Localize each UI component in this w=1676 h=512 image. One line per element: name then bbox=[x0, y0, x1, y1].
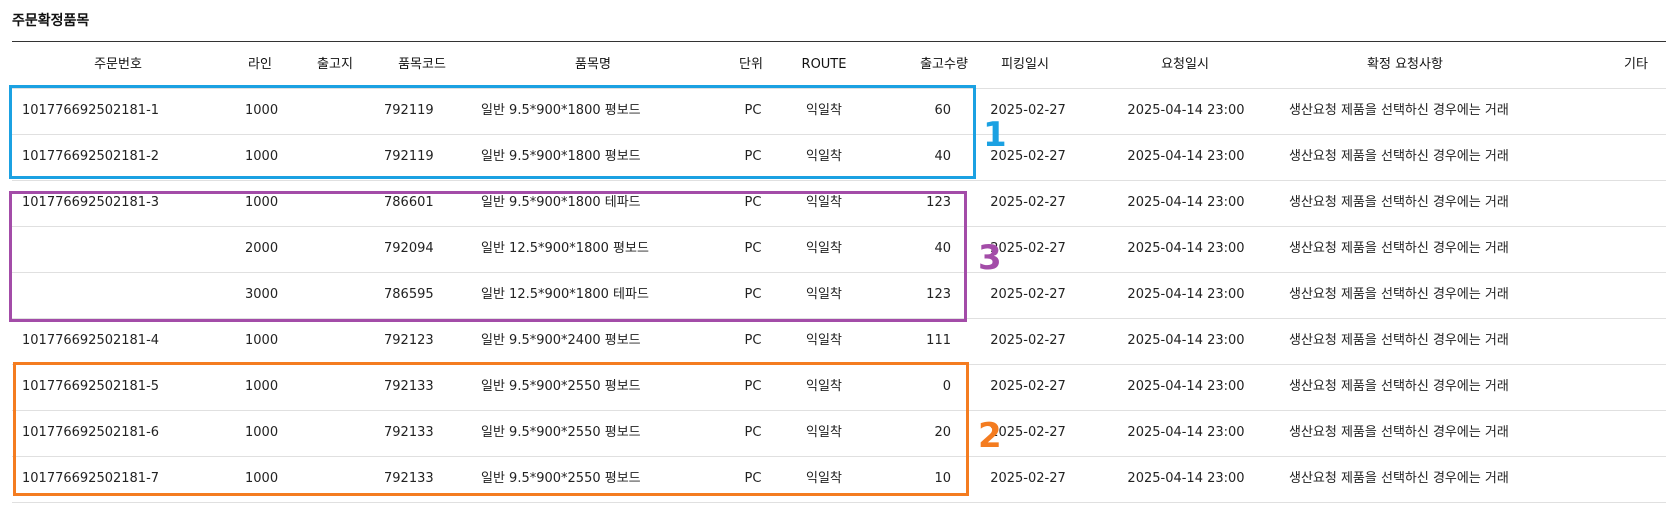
cell-route: 익일착 bbox=[806, 333, 842, 348]
cell-qty: 111 bbox=[926, 333, 951, 348]
col-header-request-date[interactable]: 요청일시 bbox=[1161, 57, 1209, 73]
cell-note: 생산요청 제품을 선택하신 경우에는 거래 bbox=[1289, 287, 1509, 302]
row-divider bbox=[12, 502, 1666, 503]
col-header-ship-qty[interactable]: 출고수량 bbox=[920, 57, 968, 73]
cell-picking: 2025-02-27 bbox=[990, 287, 1066, 302]
cell-note: 생산요청 제품을 선택하신 경우에는 거래 bbox=[1289, 241, 1509, 256]
cell-note: 생산요청 제품을 선택하신 경우에는 거래 bbox=[1289, 103, 1509, 118]
section-title: 주문확정품목 bbox=[12, 13, 90, 29]
col-header-order-number[interactable]: 주문번호 bbox=[94, 57, 142, 73]
cell-line: 1000 bbox=[245, 333, 279, 348]
cell-request: 2025-04-14 23:00 bbox=[1127, 149, 1245, 164]
table-top-border bbox=[12, 41, 1666, 42]
cell-name: 일반 9.5*900*2400 평보드 bbox=[481, 333, 641, 348]
cell-unit: PC bbox=[744, 333, 762, 348]
cell-picking: 2025-02-27 bbox=[990, 379, 1066, 394]
col-header-confirm-note[interactable]: 확정 요청사항 bbox=[1367, 57, 1443, 73]
cell-request: 2025-04-14 23:00 bbox=[1127, 241, 1245, 256]
col-header-warehouse[interactable]: 출고지 bbox=[317, 57, 353, 73]
row-divider bbox=[12, 180, 1666, 181]
cell-request: 2025-04-14 23:00 bbox=[1127, 425, 1245, 440]
cell-picking: 2025-02-27 bbox=[990, 471, 1066, 486]
col-header-picking-date[interactable]: 피킹일시 bbox=[1001, 57, 1049, 73]
cell-picking: 2025-02-27 bbox=[990, 333, 1066, 348]
cell-request: 2025-04-14 23:00 bbox=[1127, 379, 1245, 394]
cell-code: 792123 bbox=[384, 333, 434, 348]
cell-request: 2025-04-14 23:00 bbox=[1127, 287, 1245, 302]
col-header-item-code[interactable]: 품목코드 bbox=[398, 57, 446, 73]
cell-note: 생산요청 제품을 선택하신 경우에는 거래 bbox=[1289, 149, 1509, 164]
col-header-route[interactable]: ROUTE bbox=[802, 57, 847, 73]
cell-request: 2025-04-14 23:00 bbox=[1127, 333, 1245, 348]
cell-note: 생산요청 제품을 선택하신 경우에는 거래 bbox=[1289, 425, 1509, 440]
annotation-box bbox=[9, 191, 967, 322]
cell-order: 101776692502181-4 bbox=[22, 333, 160, 348]
cell-note: 생산요청 제품을 선택하신 경우에는 거래 bbox=[1289, 195, 1509, 210]
annotation-label: 3 bbox=[978, 238, 1002, 278]
annotation-box bbox=[13, 362, 969, 496]
col-header-unit[interactable]: 단위 bbox=[739, 57, 763, 73]
cell-request: 2025-04-14 23:00 bbox=[1127, 103, 1245, 118]
cell-picking: 2025-02-27 bbox=[990, 195, 1066, 210]
cell-note: 생산요청 제품을 선택하신 경우에는 거래 bbox=[1289, 379, 1509, 394]
annotation-box bbox=[9, 85, 976, 179]
annotation-label: 2 bbox=[978, 416, 1002, 456]
col-header-item-name[interactable]: 품목명 bbox=[575, 57, 611, 73]
annotation-label: 1 bbox=[983, 115, 1007, 155]
col-header-line[interactable]: 라인 bbox=[248, 57, 272, 73]
cell-note: 생산요청 제품을 선택하신 경우에는 거래 bbox=[1289, 471, 1509, 486]
col-header-etc[interactable]: 기타 bbox=[1624, 57, 1648, 73]
cell-note: 생산요청 제품을 선택하신 경우에는 거래 bbox=[1289, 333, 1509, 348]
cell-request: 2025-04-14 23:00 bbox=[1127, 471, 1245, 486]
cell-request: 2025-04-14 23:00 bbox=[1127, 195, 1245, 210]
